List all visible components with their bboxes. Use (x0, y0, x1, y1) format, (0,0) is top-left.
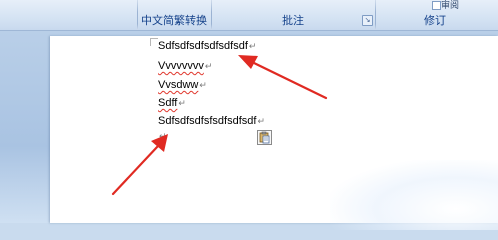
annotation-layer (111, 55, 328, 196)
annotation-arrow-top (238, 55, 328, 100)
annotation-arrow-bottom (111, 134, 168, 196)
